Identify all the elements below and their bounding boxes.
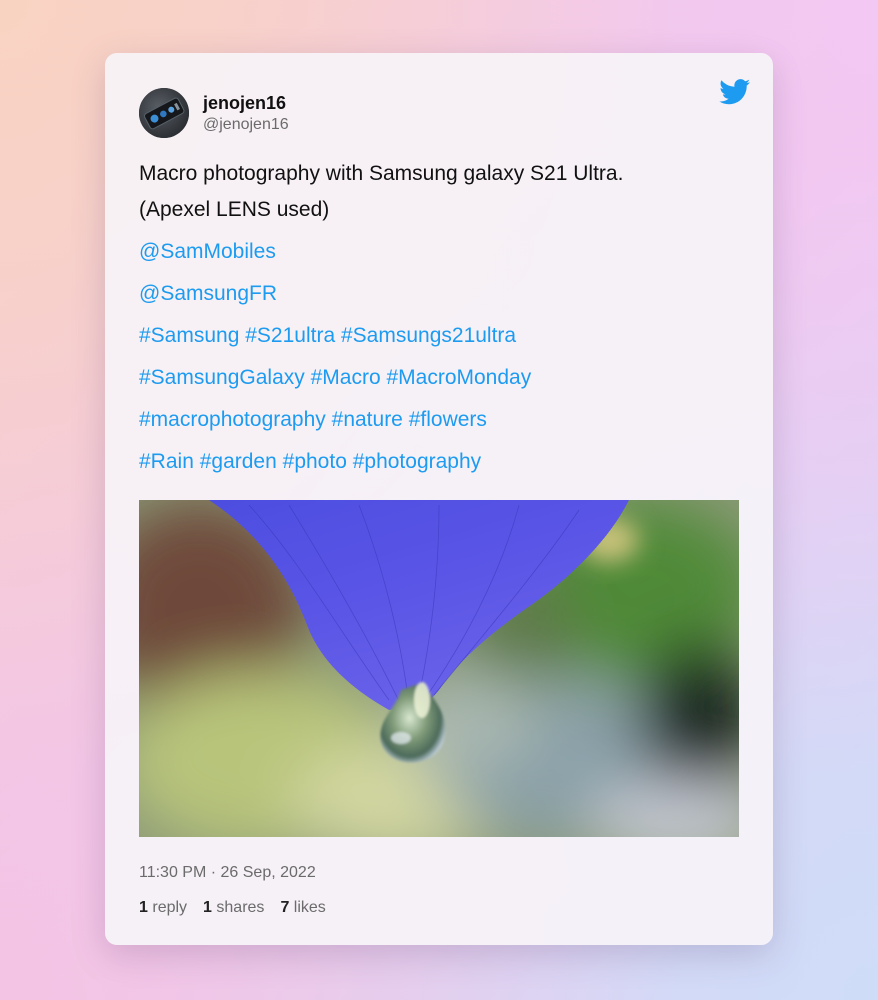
mention-link[interactable]: @SamsungFR [139, 282, 277, 305]
user-display-name[interactable]: jenojen16 [203, 93, 286, 114]
hashtag-link[interactable]: #MacroMonday [386, 366, 531, 389]
tweet-photo[interactable] [139, 500, 739, 837]
hashtag-link[interactable]: #photo [283, 450, 347, 473]
user-avatar[interactable] [139, 88, 189, 138]
shares-label: shares [216, 899, 265, 916]
hashtag-link[interactable]: #SamsungGalaxy [139, 366, 305, 389]
tweet-card: jenojen16 @jenojen16 Macro photography w… [105, 53, 773, 945]
hashtag-link[interactable]: #macrophotography [139, 408, 326, 431]
hashtag-link[interactable]: #photography [353, 450, 481, 473]
tweet-text-line: Macro photography with Samsung galaxy S2… [139, 162, 624, 185]
replies-count: 1 [139, 899, 148, 916]
likes-stat[interactable]: 7 likes [280, 899, 325, 917]
tweet-stats: 1 reply 1 shares 7 likes [139, 899, 326, 917]
hashtag-link[interactable]: #nature [332, 408, 403, 431]
hashtag-link[interactable]: #S21ultra [245, 324, 335, 347]
hashtag-link[interactable]: #flowers [409, 408, 487, 431]
replies-stat[interactable]: 1 reply [139, 899, 187, 917]
likes-label: likes [293, 899, 326, 916]
tweet-timestamp[interactable]: 11:30 PM · 26 Sep, 2022 [139, 864, 316, 882]
shares-count: 1 [203, 899, 212, 916]
phone-camera-avatar-icon [139, 88, 189, 138]
user-handle[interactable]: @jenojen16 [203, 116, 289, 134]
hashtag-link[interactable]: #Rain [139, 450, 194, 473]
mention-link[interactable]: @SamMobiles [139, 240, 276, 263]
likes-count: 7 [280, 899, 290, 916]
shares-stat[interactable]: 1 shares [203, 899, 264, 917]
replies-label: reply [152, 899, 188, 916]
twitter-bird-icon[interactable] [719, 79, 751, 105]
macro-photo-image [139, 500, 739, 837]
hashtag-link[interactable]: #Samsung [139, 324, 239, 347]
hashtag-link[interactable]: #Samsungs21ultra [341, 324, 516, 347]
hashtag-link[interactable]: #garden [200, 450, 277, 473]
tweet-body: Macro photography with Samsung galaxy S2… [139, 156, 749, 480]
hashtag-link[interactable]: #Macro [311, 366, 381, 389]
tweet-text-line: (Apexel LENS used) [139, 198, 330, 221]
